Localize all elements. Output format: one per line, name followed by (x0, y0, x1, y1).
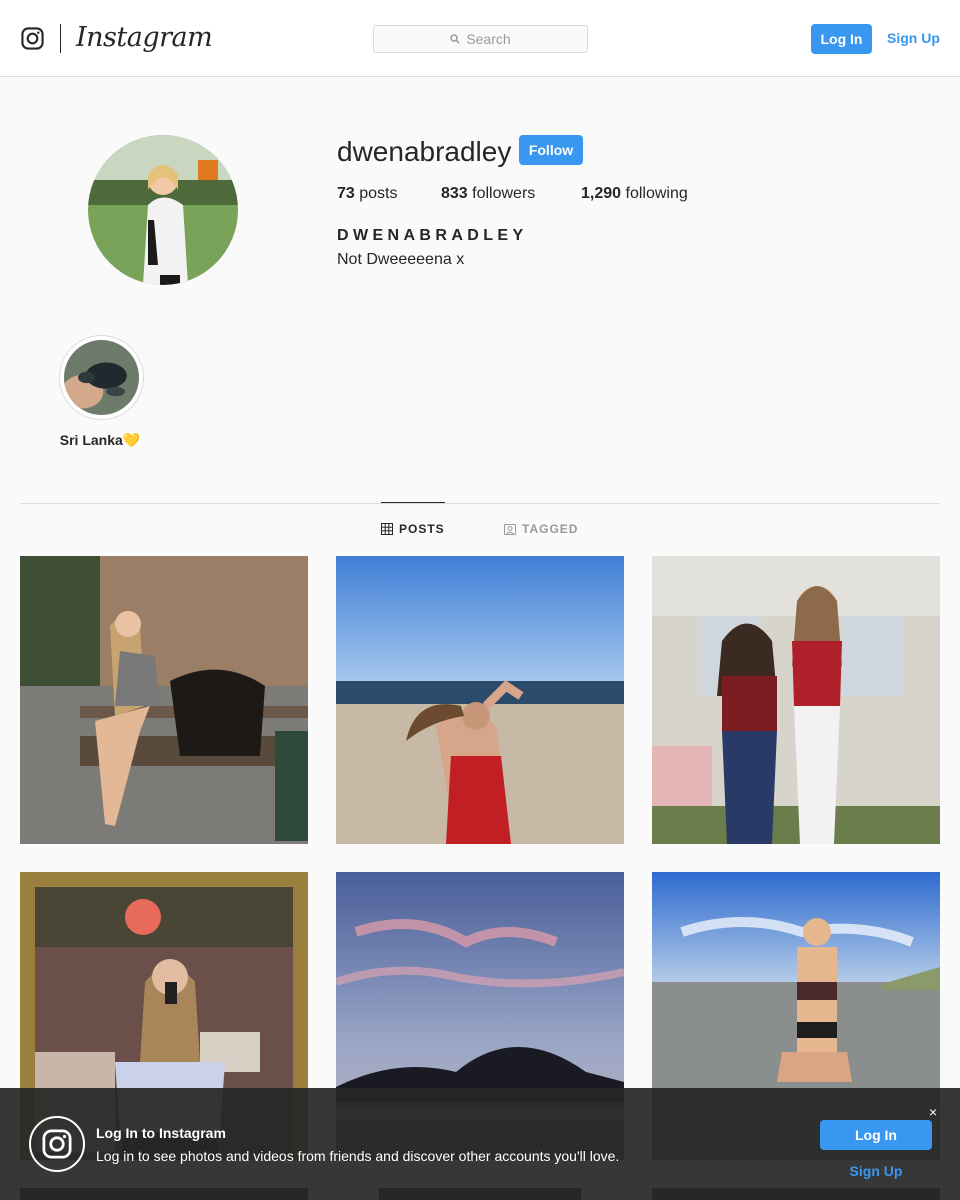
active-tab-indicator (381, 502, 445, 503)
tabs-divider (20, 503, 940, 504)
posts-stat: 73 posts (337, 185, 397, 203)
tab-posts[interactable]: POSTS (381, 522, 445, 536)
following-count: 1,290 (581, 185, 622, 202)
instagram-glyph-icon (29, 1116, 85, 1172)
profile-username: dwenabradley (337, 136, 512, 167)
top-navigation-bar: Instagram Search Log In Sign Up (0, 0, 960, 77)
post-thumbnail[interactable] (336, 556, 624, 844)
search-icon (450, 34, 461, 44)
login-prompt-banner: Log In to Instagram Log in to see photos… (0, 1088, 960, 1200)
post-photo (336, 556, 624, 844)
banner-login-button[interactable]: Log In (820, 1120, 932, 1150)
instagram-glyph-icon[interactable] (21, 27, 44, 50)
tagged-icon (504, 524, 516, 535)
grid-icon (381, 523, 393, 535)
highlight-cover (64, 340, 139, 415)
post-thumbnail[interactable] (20, 556, 308, 844)
banner-signup-link[interactable]: Sign Up (820, 1163, 932, 1179)
followers-count: 833 (441, 185, 468, 202)
signup-link[interactable]: Sign Up (887, 30, 940, 46)
story-highlight[interactable] (59, 335, 144, 420)
post-photo (652, 556, 940, 844)
profile-avatar[interactable] (88, 135, 238, 285)
posts-count: 73 (337, 185, 355, 202)
header-divider (60, 24, 61, 53)
follow-button[interactable]: Follow (519, 135, 583, 165)
posts-label: posts (354, 185, 398, 202)
avatar-photo (88, 135, 238, 285)
following-stat[interactable]: 1,290 following (581, 185, 688, 203)
tab-tagged-label: TAGGED (522, 522, 579, 536)
banner-description: Log in to see photos and videos from fri… (96, 1148, 620, 1164)
close-icon[interactable]: × (929, 1104, 937, 1120)
post-photo (20, 556, 308, 844)
followers-stat[interactable]: 833 followers (441, 185, 535, 203)
tab-tagged[interactable]: TAGGED (504, 522, 578, 536)
profile-full-name: DWENABRADLEY (337, 227, 528, 244)
following-label: following (621, 185, 688, 202)
banner-title: Log In to Instagram (96, 1125, 226, 1141)
followers-label: followers (467, 185, 536, 202)
login-button[interactable]: Log In (811, 24, 872, 54)
profile-bio: Not Dweeeeena x (337, 251, 465, 268)
tab-posts-label: POSTS (399, 522, 445, 536)
highlight-label: Sri Lanka💛 (59, 432, 141, 448)
search-placeholder: Search (466, 31, 511, 47)
post-thumbnail[interactable] (652, 556, 940, 844)
instagram-wordmark-logo[interactable]: Instagram (76, 22, 213, 53)
search-input[interactable]: Search (373, 25, 588, 53)
